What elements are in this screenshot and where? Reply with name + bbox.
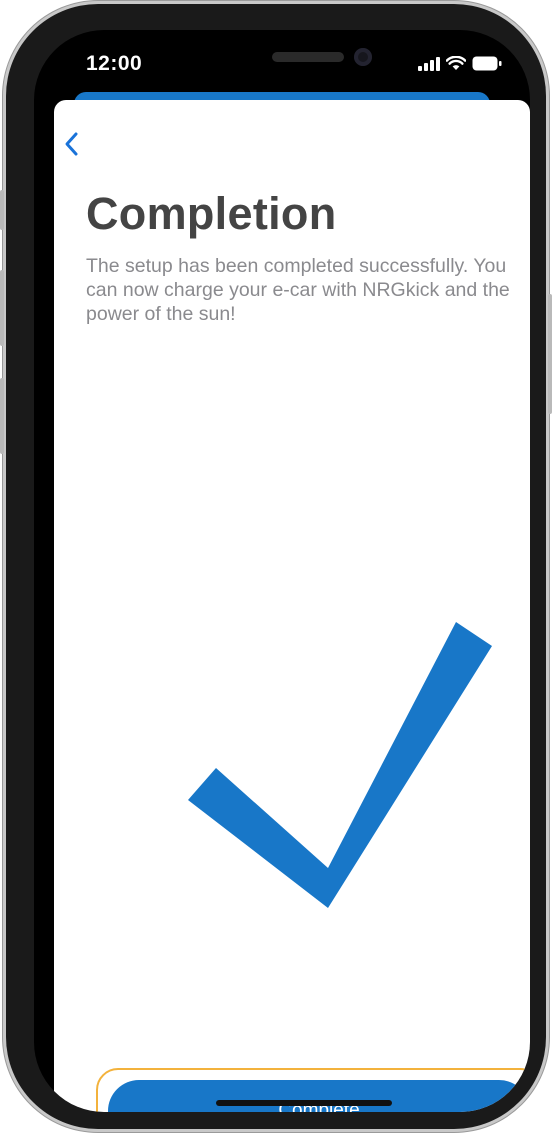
chevron-left-icon [60,132,88,164]
power-button [548,294,552,414]
phone-frame: 12:00 Completion The setup has been comp… [0,4,552,1129]
battery-icon [472,56,502,76]
cellular-signal-icon [418,56,440,76]
home-indicator [216,1100,392,1106]
silent-switch [0,190,4,230]
earpiece-speaker [272,52,344,62]
completion-sheet: Completion The setup has been completed … [54,100,530,1112]
complete-button[interactable]: Complete [108,1080,530,1112]
checkmark-icon [188,622,492,908]
volume-down-button [0,378,4,454]
wifi-icon [445,55,467,76]
status-icons [418,55,502,76]
phone-screen: 12:00 Completion The setup has been comp… [34,30,530,1112]
volume-up-button [0,270,4,346]
back-button[interactable] [60,128,88,160]
description-text: The setup has been completed successfull… [86,255,510,325]
page-title: Completion [86,188,337,239]
front-camera [354,48,372,66]
status-time: 12:00 [86,52,143,75]
